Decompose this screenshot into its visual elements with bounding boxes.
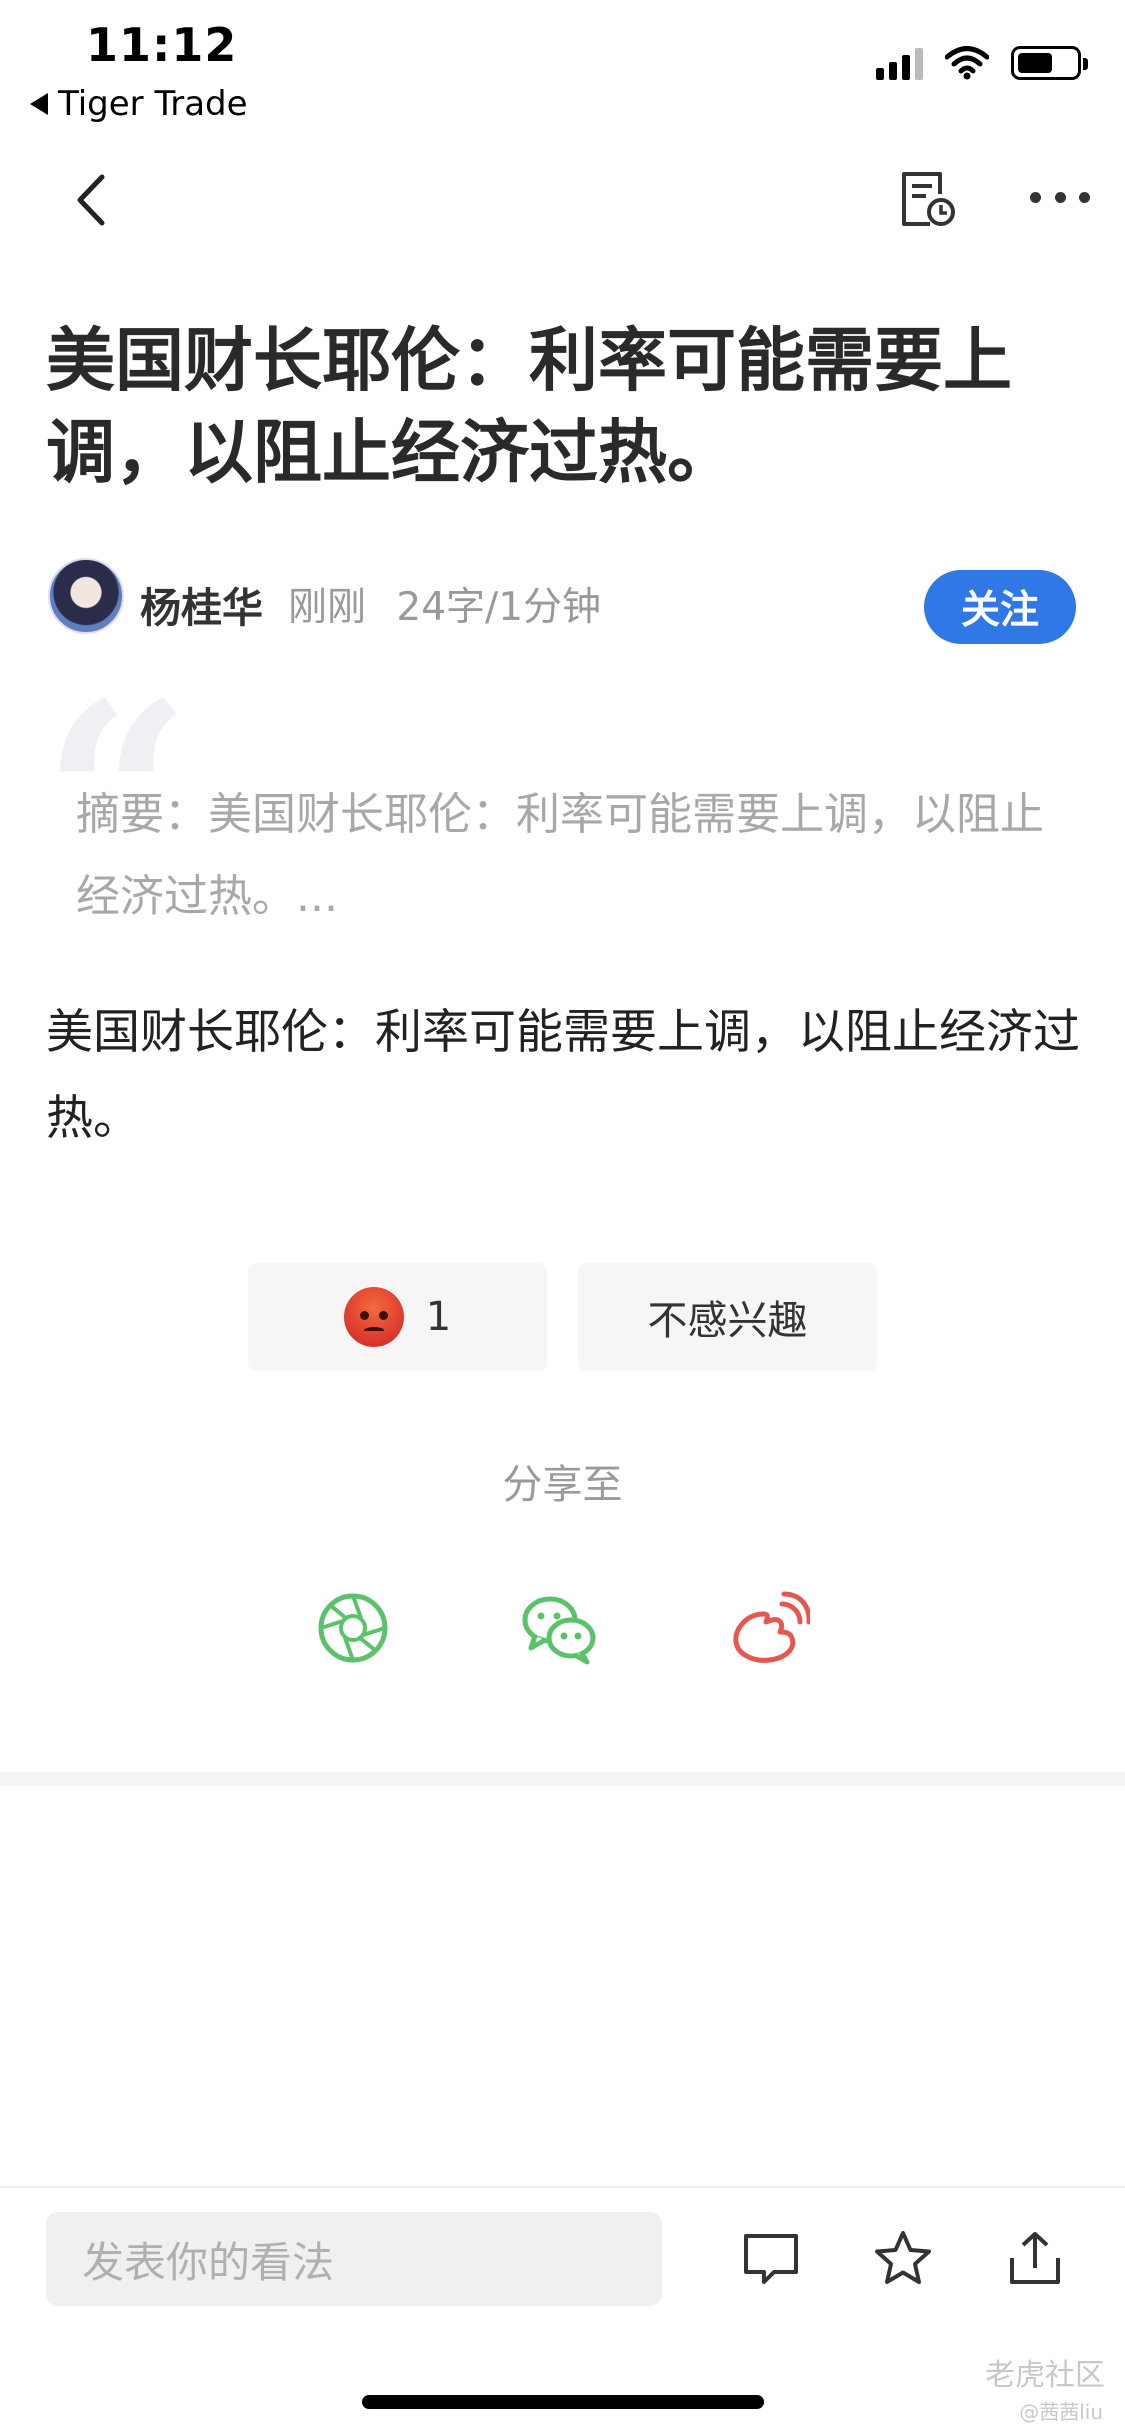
comment-input[interactable]: 发表你的看法: [46, 2212, 662, 2306]
not-interested-button[interactable]: 不感兴趣: [578, 1263, 877, 1371]
share-label: 分享至: [502, 1462, 623, 1508]
weibo-icon[interactable]: [730, 1588, 810, 1668]
author-name[interactable]: 杨桂华: [140, 574, 263, 634]
article-meta: 刚刚 24字/1分钟: [288, 576, 601, 632]
back-app-label: Tiger Trade: [58, 84, 248, 124]
article-title: 美国财长耶伦：利率可能需要上调，以阻止经济过热。: [46, 321, 1012, 493]
back-chevron-icon[interactable]: [60, 165, 130, 235]
more-options-icon[interactable]: [1030, 172, 1090, 222]
angry-face-icon: [343, 1287, 404, 1347]
word-count: 24字/1分钟: [396, 585, 602, 630]
comment-icon[interactable]: [740, 2228, 802, 2290]
publish-time: 刚刚: [288, 585, 367, 630]
angry-reaction-button[interactable]: 1: [248, 1263, 547, 1371]
article-summary: 摘要：美国财长耶伦：利率可能需要上调，以阻止经济过热。...: [76, 789, 1044, 922]
section-divider: [0, 1772, 1125, 1786]
back-to-app-link[interactable]: Tiger Trade: [30, 84, 248, 124]
bottom-bar-border: [0, 2186, 1125, 2188]
share-upload-icon[interactable]: [1004, 2228, 1066, 2290]
status-icons: [876, 46, 1088, 80]
cellular-signal-icon: [876, 46, 923, 80]
status-time: 11:12: [86, 18, 238, 72]
wechat-icon[interactable]: [519, 1588, 599, 1668]
battery-icon: [1011, 46, 1088, 80]
moments-icon[interactable]: [313, 1588, 393, 1668]
angry-reaction-count: 1: [425, 1294, 452, 1340]
back-triangle-icon: [30, 93, 48, 115]
home-indicator[interactable]: [362, 2395, 764, 2409]
follow-button[interactable]: 关注: [924, 570, 1076, 644]
watermark-brand: 老虎社区: [985, 2358, 1105, 2393]
article-body: 美国财长耶伦：利率可能需要上调，以阻止经济过热。: [46, 1005, 1080, 1146]
reading-history-icon[interactable]: [896, 168, 958, 230]
wifi-icon: [945, 46, 989, 80]
favorite-star-icon[interactable]: [872, 2228, 934, 2290]
author-avatar[interactable]: [48, 558, 124, 634]
watermark-user: @茜茜liu: [1019, 2400, 1103, 2424]
